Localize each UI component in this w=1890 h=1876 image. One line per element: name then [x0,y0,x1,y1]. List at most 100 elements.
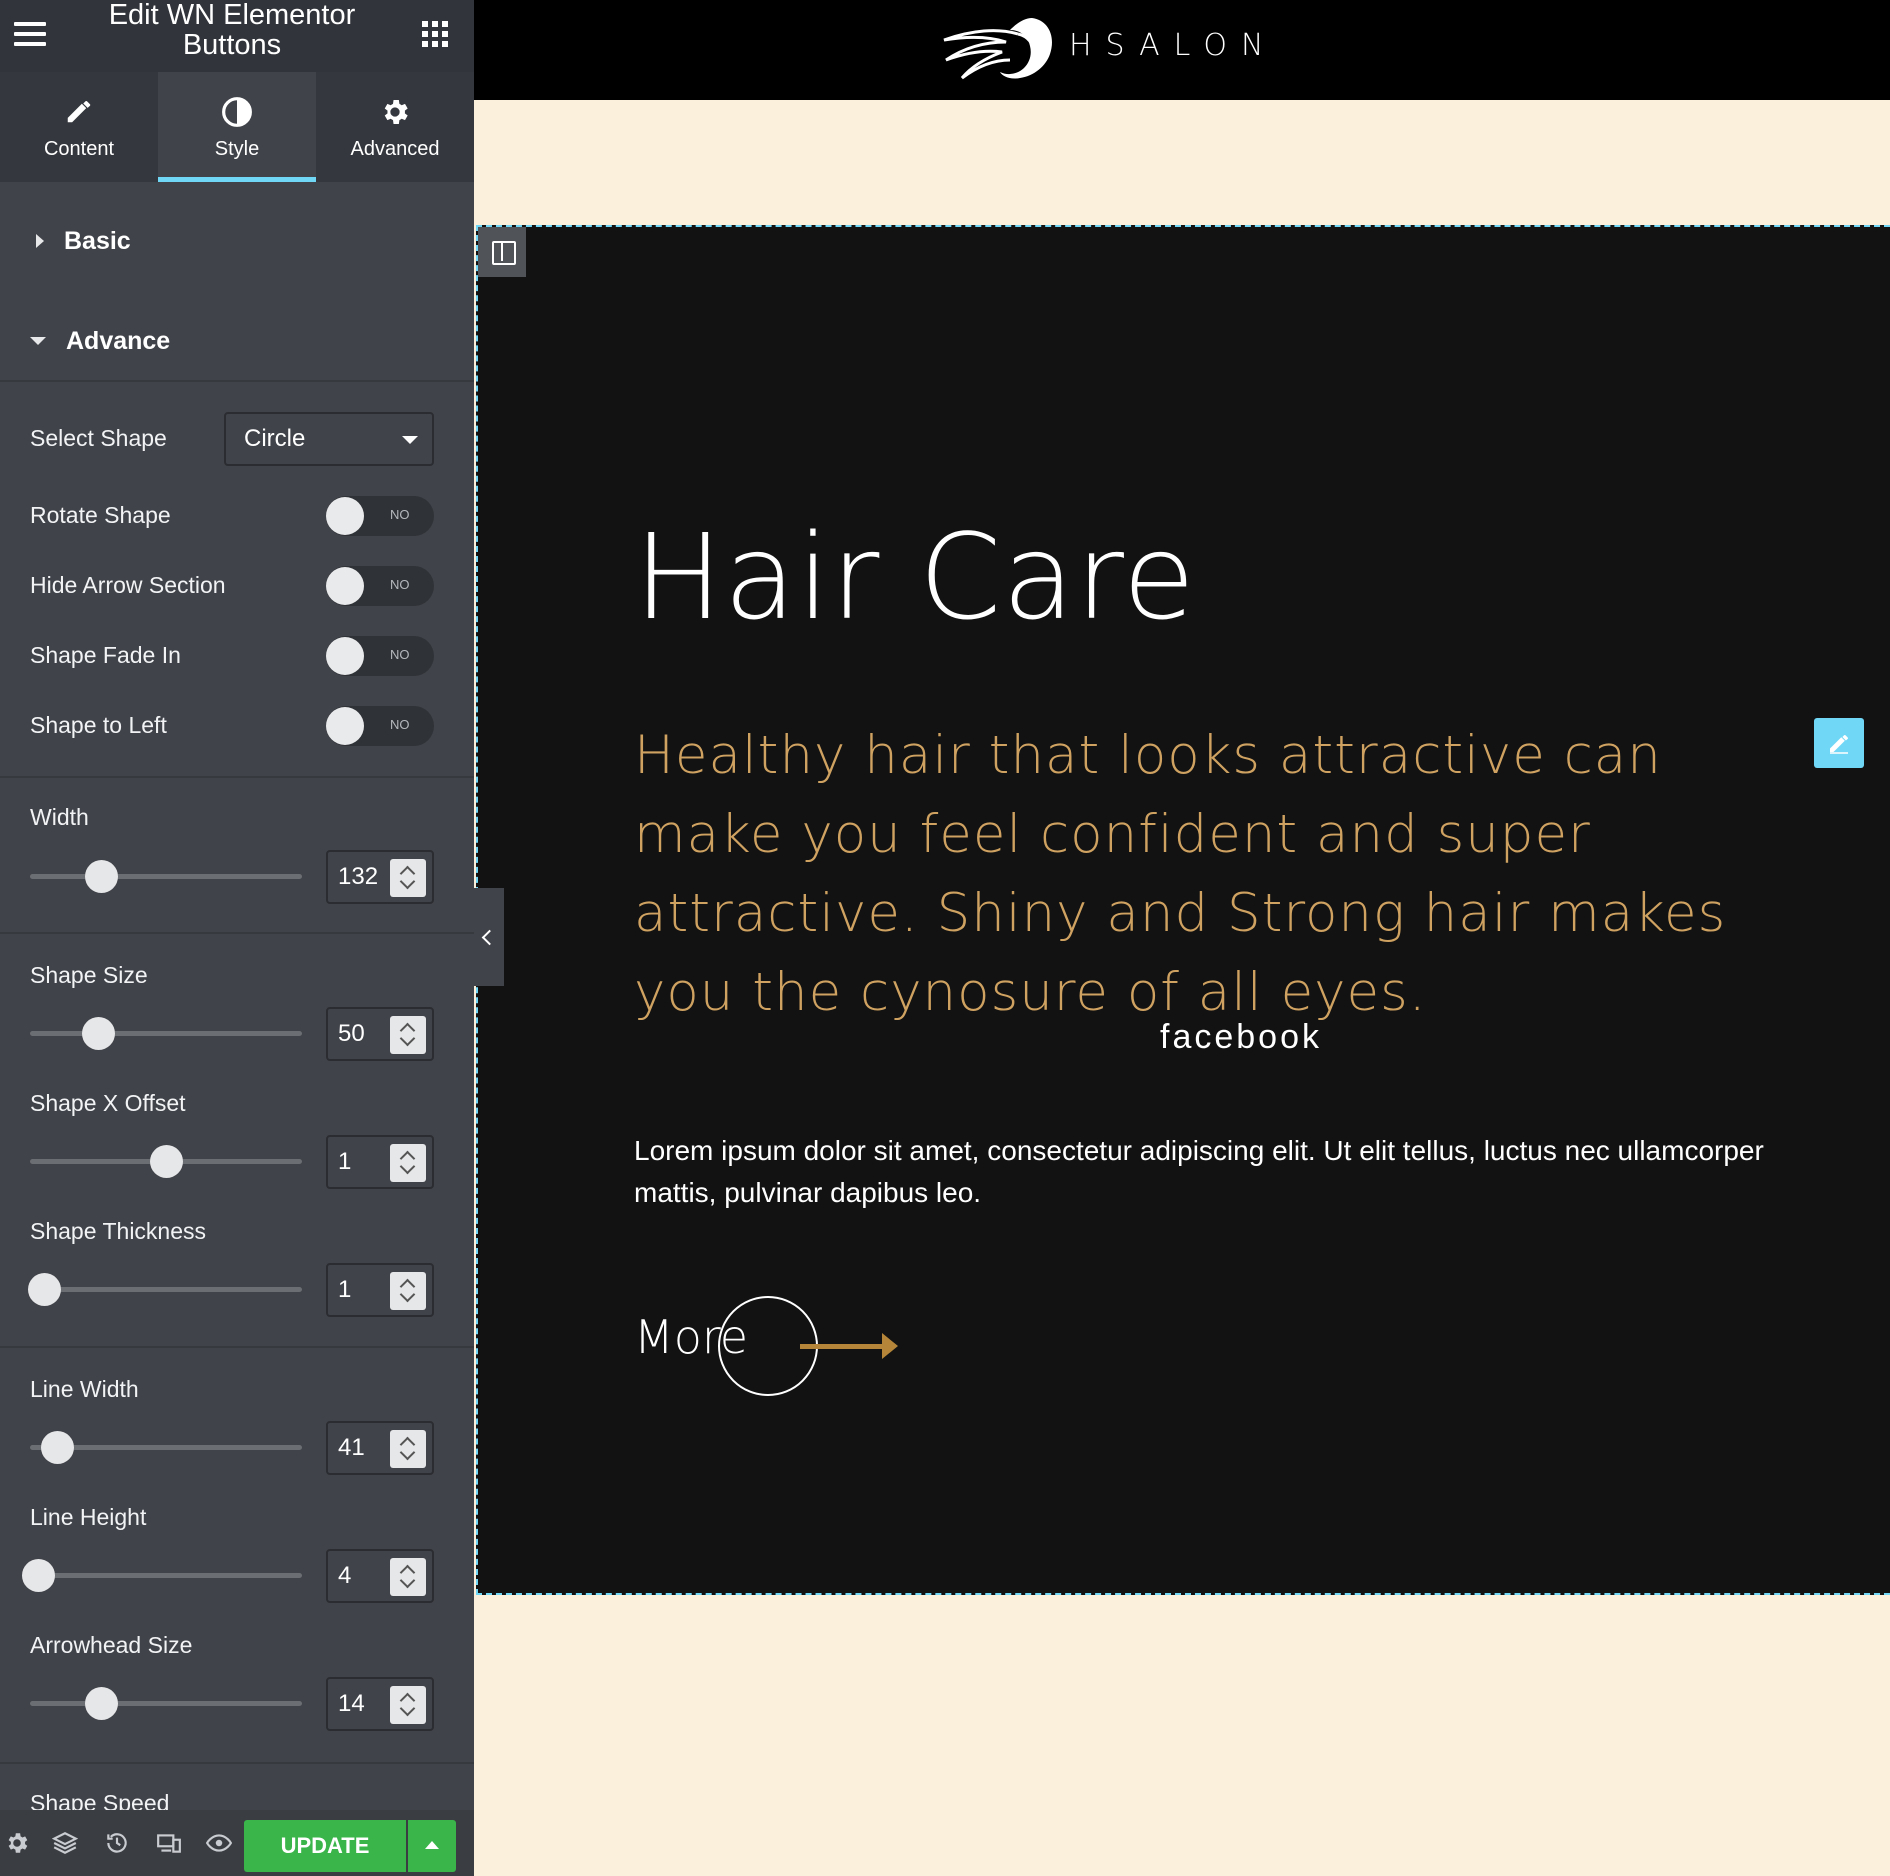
tab-label: Style [214,138,260,160]
shape-x-offset-slider[interactable] [30,1145,302,1178]
toggle-state: NO [390,507,410,522]
gear-icon [316,96,474,128]
pencil-icon [0,96,158,128]
section-edit-handle-icon[interactable] [478,227,526,277]
shape-size-slider[interactable] [30,1017,302,1050]
shape-thickness-input[interactable]: 1 [326,1263,434,1317]
facebook-link[interactable]: facebook [1160,1018,1322,1057]
line-height-slider[interactable] [22,1559,302,1592]
rotate-shape-toggle[interactable]: NO [326,496,434,536]
hide-arrow-toggle[interactable]: NO [326,566,434,606]
caret-right-icon [36,234,44,248]
shape-x-offset-input[interactable]: 1 [326,1135,434,1189]
select-shape-dropdown[interactable]: Circle [224,412,434,466]
shape-x-offset-value: 1 [338,1148,352,1175]
shape-fade-toggle[interactable]: NO [326,636,434,676]
spinner-icon[interactable] [390,1430,426,1468]
divider [0,380,474,382]
slider-thumb[interactable] [84,860,118,893]
slider-thumb[interactable] [82,1017,115,1050]
editor-panel: Edit WN Elementor Buttons Content Style … [0,0,474,1876]
shape-size-input[interactable]: 50 [326,1007,434,1061]
shape-size-value: 50 [338,1020,365,1047]
shape-left-label: Shape to Left [30,712,167,738]
salon-logo-icon [943,18,1052,80]
collapse-panel-button[interactable] [474,888,504,986]
section-title: Basic [64,226,131,255]
toggle-state: NO [390,717,410,732]
section-basic[interactable]: Basic [0,202,474,280]
shape-size-label: Shape Size [30,962,148,988]
contrast-icon [158,96,316,128]
width-value: 132 [338,863,379,890]
lead-text: Healthy hair that looks attractive can m… [634,725,1727,1023]
responsive-icon[interactable] [156,1830,182,1856]
tab-advanced[interactable]: Advanced [316,72,474,182]
section-title: Advance [66,326,171,355]
divider [0,776,474,778]
arrowhead-size-input[interactable]: 14 [326,1677,434,1731]
width-label: Width [30,804,89,830]
line-width-label: Line Width [30,1376,139,1402]
eye-preview-icon[interactable] [206,1830,232,1856]
width-input[interactable]: 132 [326,850,434,904]
spinner-icon[interactable] [390,1272,426,1310]
toggle-state: NO [390,647,410,662]
brand-name: HSALON [1069,28,1278,63]
arrowhead-size-value: 14 [338,1690,365,1717]
arrow-right-icon [882,1333,898,1359]
panel-footer: UPDATE [0,1810,474,1876]
slider-thumb[interactable] [84,1687,118,1720]
arrowhead-size-slider[interactable] [30,1687,302,1720]
widgets-grid-icon[interactable] [422,21,448,47]
more-arrow-line [800,1344,884,1349]
hide-arrow-label: Hide Arrow Section [30,572,226,598]
rotate-shape-label: Rotate Shape [30,502,171,528]
shape-left-toggle[interactable]: NO [326,706,434,746]
section-advance[interactable]: Advance [0,302,474,380]
tab-label: Content [43,138,115,160]
shape-thickness-value: 1 [338,1276,352,1303]
slider-thumb[interactable] [22,1559,56,1592]
body-text: Lorem ipsum dolor sit amet, consectetur … [634,1135,1764,1208]
width-slider[interactable] [30,860,302,893]
chevron-down-icon [402,436,418,444]
shape-x-offset-label: Shape X Offset [30,1090,186,1116]
spinner-icon[interactable] [390,859,426,897]
divider [0,1762,474,1764]
toggle-state: NO [390,577,410,592]
update-options-button[interactable] [408,1820,456,1872]
panel-tabs: Content Style Advanced [0,72,474,182]
spinner-icon[interactable] [390,1686,426,1724]
shape-thickness-label: Shape Thickness [30,1218,207,1244]
slider-thumb[interactable] [27,1273,61,1306]
panel-title: Edit WN Elementor Buttons [108,0,356,61]
site-header: HSALON [474,0,1890,100]
shape-thickness-slider[interactable] [27,1273,302,1306]
update-button[interactable]: UPDATE [244,1820,406,1872]
line-width-input[interactable]: 41 [326,1421,434,1475]
spinner-icon[interactable] [390,1016,426,1054]
heading: Hair Care [634,508,1197,646]
settings-gear-icon[interactable] [4,1830,30,1856]
select-shape-value: Circle [244,425,306,452]
slider-thumb[interactable] [150,1145,183,1178]
spinner-icon[interactable] [390,1144,426,1182]
spinner-icon[interactable] [390,1558,426,1596]
hamburger-menu-icon[interactable] [14,22,46,48]
panel-header: Edit WN Elementor Buttons [0,0,474,72]
line-height-input[interactable]: 4 [326,1549,434,1603]
shape-fade-label: Shape Fade In [30,642,181,668]
edit-widget-pencil-icon[interactable] [1814,718,1864,768]
layers-icon[interactable] [52,1830,78,1856]
select-shape-label: Select Shape [30,425,167,451]
divider [0,1346,474,1348]
history-icon[interactable] [104,1830,130,1856]
arrowhead-size-label: Arrowhead Size [30,1632,193,1658]
tab-label: Advanced [350,138,440,160]
line-width-slider[interactable] [30,1431,302,1464]
line-height-value: 4 [338,1562,352,1589]
tab-style[interactable]: Style [158,72,316,182]
slider-thumb[interactable] [41,1431,75,1464]
tab-content[interactable]: Content [0,72,158,182]
